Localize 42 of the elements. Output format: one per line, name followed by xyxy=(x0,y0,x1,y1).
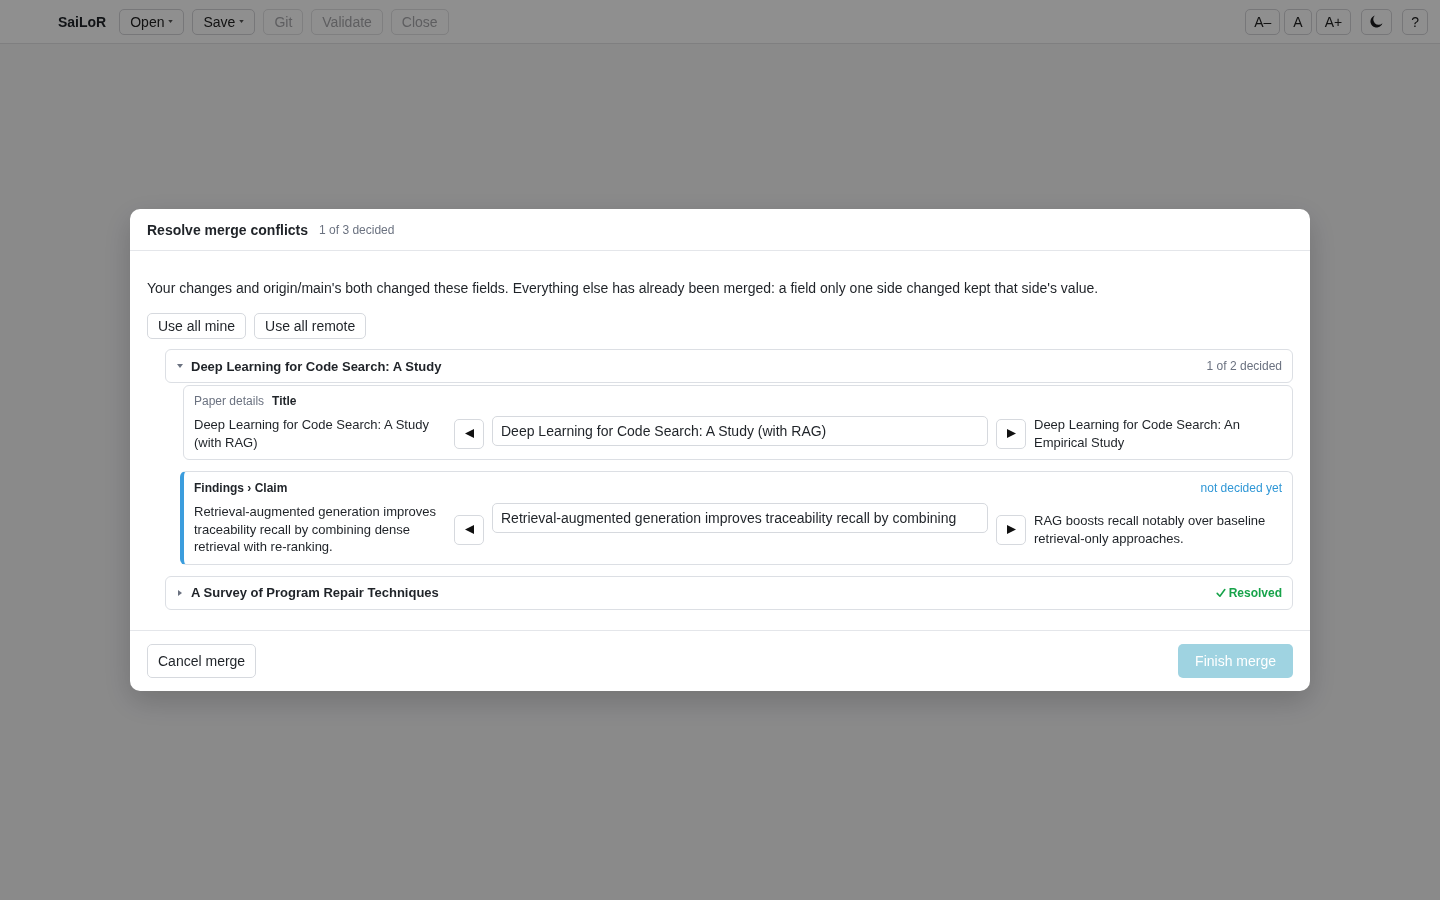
right-triangle-icon xyxy=(1006,429,1016,439)
remote-value-text: RAG boosts recall notably over baseline retrieval-only approaches. xyxy=(1034,512,1267,547)
left-triangle-icon xyxy=(464,525,474,534)
merged-value-field[interactable]: Retrieval-augmented generation improves traceability recall by combining xyxy=(492,503,988,534)
field-status: not decided yet xyxy=(1200,481,1282,496)
left-triangle-icon xyxy=(464,429,474,439)
font-size-button[interactable]: A– xyxy=(1245,8,1281,35)
paper-header[interactable]: Deep Learning for Code Search: A Study 1 of 2 decided xyxy=(165,349,1293,384)
theme-toggle-button[interactable] xyxy=(1361,8,1393,35)
dialog-title: Resolve merge conflicts xyxy=(147,221,309,238)
description-text: Your changes and origin/main's both changed these fields. Everything else has already been merged: a field only one side changed kept that side's value. xyxy=(147,279,1100,299)
section-label: Paper details xyxy=(194,394,265,409)
field-label: Title xyxy=(272,394,297,409)
field-label: Findings › Claim xyxy=(194,481,288,496)
merged-value-field[interactable]: Deep Learning for Code Search: A Study (with RAG) xyxy=(492,416,988,447)
cancel-merge-button[interactable]: Cancel merge xyxy=(147,643,257,678)
moon-icon xyxy=(1370,15,1384,28)
font-size-button[interactable]: A+ xyxy=(1315,8,1352,35)
check-icon xyxy=(1215,587,1226,598)
paper-title: Deep Learning for Code Search: A Study xyxy=(191,358,442,374)
progress-text: 1 of 3 decided xyxy=(319,222,395,237)
menu-button[interactable]: Save xyxy=(192,8,256,35)
app-name: SaiLoR xyxy=(58,13,107,30)
mine-value-text: Retrieval-augmented generation improves traceability recall by combining dense retrieval with re-ranking. xyxy=(194,503,438,556)
paper-status: 1 of 2 decided xyxy=(1206,359,1282,374)
paper-status: Resolved xyxy=(1215,585,1282,600)
use-remote-button[interactable] xyxy=(996,514,1026,545)
use-mine-button[interactable] xyxy=(454,418,484,449)
use-remote-button[interactable] xyxy=(996,418,1026,449)
help-button[interactable]: ? xyxy=(1402,8,1428,35)
bulk-action-button[interactable]: Use all remote xyxy=(254,313,367,340)
bulk-action-button[interactable]: Use all mine xyxy=(147,313,247,340)
paper-title: A Survey of Program Repair Techniques xyxy=(191,585,439,601)
paper-header[interactable]: A Survey of Program Repair Techniques Resolved xyxy=(165,575,1293,610)
disclosure-triangle-icon[interactable] xyxy=(177,589,183,596)
right-triangle-icon xyxy=(1006,525,1016,534)
font-size-button[interactable]: A xyxy=(1284,8,1312,35)
mine-value-text: Deep Learning for Code Search: A Study (with RAG) xyxy=(194,416,430,452)
remote-value-text: Deep Learning for Code Search: An Empirical Study xyxy=(1034,416,1241,452)
menu-button[interactable]: Open xyxy=(119,8,185,35)
disclosure-triangle-icon[interactable] xyxy=(177,363,183,370)
use-mine-button[interactable] xyxy=(454,514,484,545)
